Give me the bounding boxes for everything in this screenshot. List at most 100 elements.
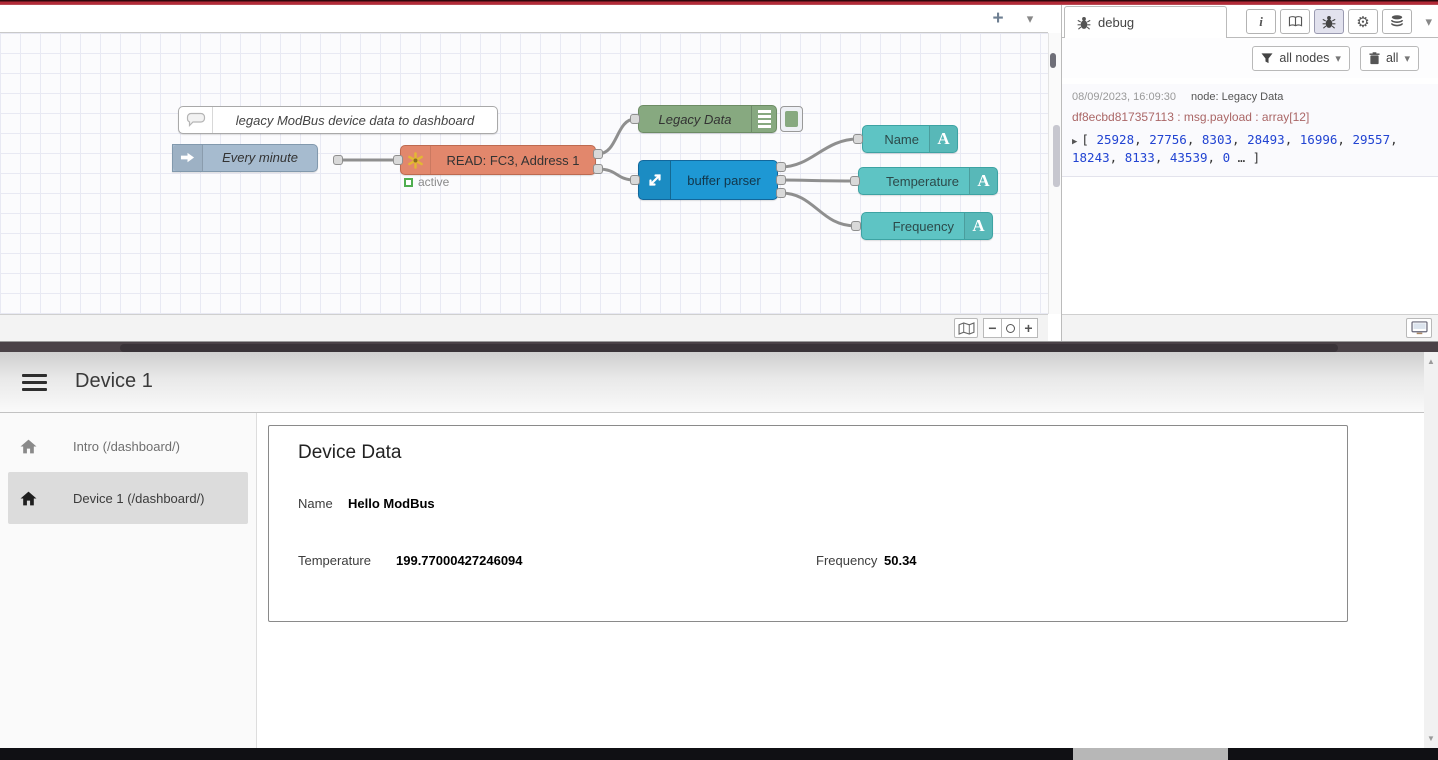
comment-bubble-icon (179, 107, 213, 133)
editor-footer: − + (0, 314, 1048, 341)
dashboard-header: Device 1 (0, 352, 1438, 413)
expand-arrow-icon[interactable]: ▶ (1072, 137, 1077, 147)
trash-icon (1369, 52, 1380, 65)
input-port[interactable] (393, 155, 403, 165)
clear-messages-label: all (1386, 51, 1399, 65)
ui-text-label: Name (863, 126, 929, 152)
add-flow-button[interactable]: + (986, 7, 1010, 31)
expand-arrows-icon (639, 161, 671, 199)
monitor-icon (1411, 321, 1428, 335)
output-port[interactable] (593, 149, 603, 159)
output-port[interactable] (776, 188, 786, 198)
debug-enable-toggle[interactable] (780, 106, 803, 132)
help-tab-button[interactable] (1280, 9, 1310, 34)
scroll-down-icon[interactable]: ▼ (1424, 734, 1438, 743)
window-divider (0, 341, 1438, 352)
caret-down-icon: ▾ (1335, 52, 1341, 65)
config-nodes-tab-button[interactable]: ⚙ (1348, 9, 1378, 34)
bug-icon (1077, 16, 1091, 30)
sidebar-footer (1062, 314, 1438, 341)
scrollbar-thumb[interactable] (1053, 125, 1060, 187)
inject-node[interactable]: Every minute (172, 145, 191, 170)
scrollbar-thumb[interactable] (1050, 53, 1056, 68)
context-data-tab-button[interactable] (1382, 9, 1412, 34)
scroll-up-icon[interactable]: ▲ (1424, 357, 1438, 366)
flows-menu-button[interactable]: ▾ (1020, 8, 1040, 30)
debug-filter-row: all nodes ▾ all ▾ (1062, 38, 1438, 78)
ui-text-label: Temperature (859, 168, 969, 194)
bug-icon (1322, 15, 1336, 29)
output-port[interactable] (593, 164, 603, 174)
node-red-editor-window: + ▾ legacy ModBus device data to dashboa… (0, 5, 1438, 341)
inject-arrow-icon (173, 145, 203, 171)
ui-text-node-frequency[interactable]: Frequency A (861, 212, 993, 240)
filter-nodes-button[interactable]: all nodes ▾ (1252, 46, 1350, 71)
info-icon: i (1259, 14, 1263, 30)
zoom-out-button[interactable]: − (983, 318, 1002, 338)
caret-down-icon: ▾ (1404, 52, 1410, 65)
sidebar-tabbar: debug i ⚙ ▾ (1062, 5, 1438, 38)
funnel-icon (1261, 53, 1273, 64)
dashboard-scrollbar[interactable]: ▲ ▼ (1424, 352, 1438, 748)
bottom-scrollbar-track (0, 748, 1438, 760)
buffer-parser-node[interactable]: buffer parser (638, 160, 778, 200)
inject-node-body[interactable]: Every minute (172, 144, 318, 172)
nav-item-label: Intro (/dashboard/) (73, 439, 180, 454)
comment-label: legacy ModBus device data to dashboard (213, 107, 497, 133)
output-port[interactable] (776, 175, 786, 185)
modbus-read-node[interactable]: READ: FC3, Address 1 (400, 145, 596, 175)
info-tab-button[interactable]: i (1246, 9, 1276, 34)
debug-messages-list: 08/09/2023, 16:09:30 node: Legacy Data d… (1062, 78, 1438, 314)
ui-text-node-name[interactable]: Name A (862, 125, 958, 153)
message-source-node: node: Legacy Data (1191, 91, 1283, 103)
wire[interactable] (781, 193, 856, 226)
clear-messages-button[interactable]: all ▾ (1360, 46, 1419, 71)
input-port[interactable] (630, 175, 640, 185)
zoom-reset-button[interactable] (1001, 318, 1020, 338)
dashboard-title: Device 1 (75, 370, 153, 393)
input-port[interactable] (853, 134, 863, 144)
nav-item-intro[interactable]: Intro (/dashboard/) (8, 420, 248, 472)
screen: + ▾ legacy ModBus device data to dashboa… (0, 0, 1438, 760)
flow-canvas[interactable]: legacy ModBus device data to dashboard E… (0, 33, 1048, 314)
input-port[interactable] (630, 114, 640, 124)
wire[interactable] (598, 119, 635, 154)
output-port[interactable] (776, 162, 786, 172)
message-timestamp: 08/09/2023, 16:09:30 (1072, 91, 1176, 103)
frequency-label: Frequency (816, 553, 877, 568)
modbus-label: READ: FC3, Address 1 (431, 146, 595, 174)
editor-vertical-scrollbar[interactable] (1048, 33, 1061, 314)
filter-nodes-label: all nodes (1279, 51, 1329, 65)
tab-debug-label: debug (1098, 15, 1134, 30)
dashboard-window: Device 1 Intro (/dashboard/) Device 1 (/… (0, 352, 1438, 748)
nav-item-label: Device 1 (/dashboard/) (73, 491, 205, 506)
menu-hamburger-button[interactable] (22, 374, 47, 391)
input-port[interactable] (851, 221, 861, 231)
text-widget-icon: A (929, 126, 957, 152)
temperature-value: 199.77000427246094 (396, 553, 523, 568)
wire[interactable] (781, 139, 858, 167)
modbus-asterisk-icon (401, 146, 431, 174)
zoom-in-button[interactable]: + (1019, 318, 1038, 338)
tab-debug[interactable]: debug (1064, 6, 1227, 38)
wire[interactable] (781, 180, 855, 181)
name-label: Name (298, 496, 333, 511)
comment-node[interactable]: legacy ModBus device data to dashboard (178, 106, 498, 134)
debug-node-legacy-data[interactable]: Legacy Data (638, 105, 777, 133)
debug-tab-button[interactable] (1314, 9, 1344, 34)
sidebar-menu-button[interactable]: ▾ (1425, 14, 1432, 30)
inject-label: Every minute (203, 145, 317, 171)
message-payload: ▶[ 25928, 27756, 8303, 28493, 16996, 295… (1072, 131, 1428, 167)
nav-item-device-1[interactable]: Device 1 (/dashboard/) (8, 472, 248, 524)
text-widget-icon: A (964, 213, 992, 239)
input-port[interactable] (850, 176, 860, 186)
horizontal-scrollbar-thumb[interactable] (1073, 748, 1228, 760)
output-port[interactable] (333, 155, 343, 165)
ui-text-label: Frequency (862, 213, 964, 239)
text-widget-icon: A (969, 168, 997, 194)
name-value: Hello ModBus (348, 496, 435, 511)
ui-text-node-temperature[interactable]: Temperature A (858, 167, 998, 195)
navigator-map-button[interactable] (954, 318, 978, 338)
open-debug-window-button[interactable] (1406, 318, 1432, 338)
device-data-card: Device Data Name Hello ModBus Temperatur… (268, 425, 1348, 622)
